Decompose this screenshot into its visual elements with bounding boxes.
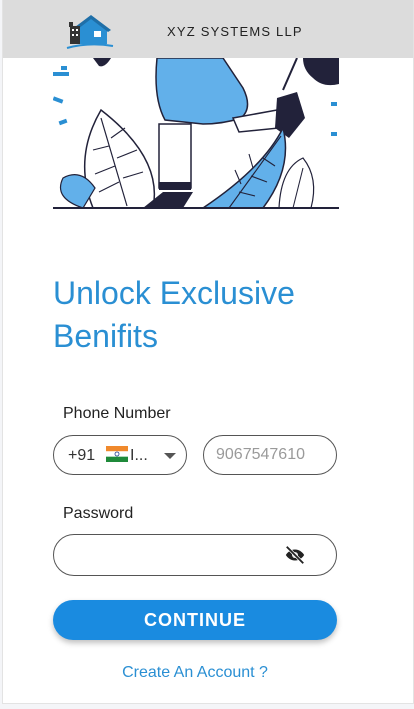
chevron-down-icon (164, 453, 176, 459)
phone-number-input[interactable] (203, 435, 337, 475)
hero-illustration (53, 58, 339, 209)
country-name: I... (130, 447, 148, 464)
password-label: Password (63, 505, 134, 522)
login-screen: XYZ SYSTEMS LLP Unlock Exclusive Benifit… (2, 0, 414, 704)
india-flag-icon (106, 446, 128, 462)
phone-number-label: Phone Number (63, 405, 171, 422)
page-title: Unlock Exclusive Benifits (53, 275, 295, 354)
password-input[interactable] (68, 543, 272, 569)
country-code-select[interactable]: +91 I... (53, 435, 187, 475)
brand-name: XYZ SYSTEMS LLP (167, 24, 303, 39)
house-icon (66, 15, 114, 49)
continue-button[interactable]: CONTINUE (53, 600, 337, 640)
password-field[interactable] (53, 534, 337, 576)
country-code: +91 (68, 447, 96, 464)
create-account-link[interactable]: Create An Account ? (3, 664, 387, 682)
eye-off-icon[interactable] (284, 544, 306, 566)
top-bar: XYZ SYSTEMS LLP (3, 0, 413, 58)
